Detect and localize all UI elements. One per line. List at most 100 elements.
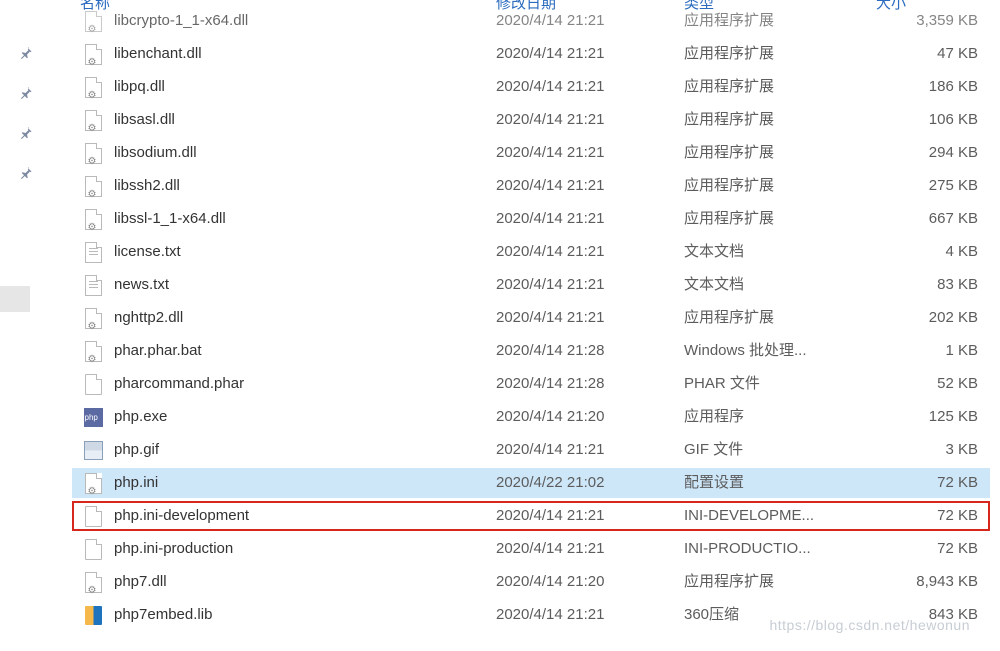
file-type: INI-DEVELOPME...: [684, 501, 814, 531]
file-name: libsodium.dll: [114, 138, 197, 168]
file-type: 360压缩: [684, 600, 739, 630]
generic-file-icon: [83, 539, 103, 559]
file-row[interactable]: php.ini2020/4/22 21:02配置设置72 KB: [72, 468, 990, 498]
generic-file-icon: [83, 374, 103, 394]
file-row[interactable]: news.txt2020/4/14 21:21文本文档83 KB: [72, 270, 990, 300]
file-type: 应用程序扩展: [684, 6, 774, 36]
file-size: 202 KB: [929, 303, 978, 333]
file-date: 2020/4/14 21:21: [496, 600, 604, 630]
file-row[interactable]: libsodium.dll2020/4/14 21:21应用程序扩展294 KB: [72, 138, 990, 168]
file-row[interactable]: php7.dll2020/4/14 21:20应用程序扩展8,943 KB: [72, 567, 990, 597]
file-type: 应用程序扩展: [684, 138, 774, 168]
file-date: 2020/4/14 21:21: [496, 237, 604, 267]
file-name: php.gif: [114, 435, 159, 465]
file-size: 72 KB: [937, 501, 978, 531]
file-date: 2020/4/14 21:21: [496, 72, 604, 102]
file-size: 3 KB: [945, 435, 978, 465]
file-name: libcrypto-1_1-x64.dll: [114, 6, 248, 36]
file-type: 应用程序: [684, 402, 744, 432]
file-size: 72 KB: [937, 468, 978, 498]
file-date: 2020/4/14 21:21: [496, 204, 604, 234]
file-row[interactable]: phpphp.exe2020/4/14 21:20应用程序125 KB: [72, 402, 990, 432]
image-file-icon: [83, 440, 103, 460]
dll-file-icon: [83, 11, 103, 31]
file-name: libpq.dll: [114, 72, 165, 102]
pin-icon[interactable]: [18, 124, 36, 142]
file-row[interactable]: pharcommand.phar2020/4/14 21:28PHAR 文件52…: [72, 369, 990, 399]
file-type: 应用程序扩展: [684, 303, 774, 333]
file-date: 2020/4/14 21:20: [496, 567, 604, 597]
file-row[interactable]: libssl-1_1-x64.dll 2020/4/14 21:21 应用程序扩展 6…: [72, 204, 990, 234]
file-row[interactable]: php7embed.lib2020/4/14 21:21360压缩843 KB: [72, 600, 990, 630]
file-size: 186 KB: [929, 72, 978, 102]
file-type: 应用程序扩展: [684, 72, 774, 102]
file-row[interactable]: libcrypto-1_1-x64.dll 2020/4/14 21:21 应用程序…: [72, 6, 990, 36]
file-type: GIF 文件: [684, 435, 743, 465]
file-size: 843 KB: [929, 600, 978, 630]
file-type: 应用程序扩展: [684, 105, 774, 135]
file-date: 2020/4/14 21:21: [496, 435, 604, 465]
explorer-window: 名称 修改日期 类型 大小 libcrypto-1_1-x64.dll2020/…: [0, 0, 1000, 651]
file-name: php.ini: [114, 468, 158, 498]
dll-file-icon: [83, 572, 103, 592]
file-name: php.ini-development: [114, 501, 249, 531]
file-date: 2020/4/14 21:28: [496, 369, 604, 399]
file-size: 106 KB: [929, 105, 978, 135]
file-row[interactable]: php.ini-production 2020/4/14 21:21 INI-PRO…: [72, 534, 990, 564]
file-size: 125 KB: [929, 402, 978, 432]
file-date: 2020/4/14 21:21: [496, 303, 604, 333]
file-type: 应用程序扩展: [684, 567, 774, 597]
file-row[interactable]: libpq.dll 2020/4/14 21:21 应用程序扩展 186 KB: [72, 72, 990, 102]
file-date: 2020/4/14 21:21: [496, 501, 604, 531]
file-type: 应用程序扩展: [684, 39, 774, 69]
file-size: 4 KB: [945, 237, 978, 267]
file-row[interactable]: php.ini-development 2020/4/14 21:21 INI-DE…: [72, 501, 990, 531]
text-file-icon: [83, 275, 103, 295]
dll-file-icon: [83, 77, 103, 97]
pin-icon[interactable]: [18, 164, 36, 182]
file-name: news.txt: [114, 270, 169, 300]
file-name: libenchant.dll: [114, 39, 202, 69]
file-date: 2020/4/14 21:21: [496, 534, 604, 564]
file-date: 2020/4/14 21:21: [496, 6, 604, 36]
dll-file-icon: [83, 473, 103, 493]
dll-file-icon: [83, 176, 103, 196]
file-name: libsasl.dll: [114, 105, 175, 135]
file-size: 83 KB: [937, 270, 978, 300]
file-size: 72 KB: [937, 534, 978, 564]
file-date: 2020/4/14 21:20: [496, 402, 604, 432]
file-name: nghttp2.dll: [114, 303, 183, 333]
file-row[interactable]: phar.phar.bat2020/4/14 21:28Windows 批处理.…: [72, 336, 990, 366]
file-type: 文本文档: [684, 270, 744, 300]
file-name: license.txt: [114, 237, 181, 267]
file-type: INI-PRODUCTIO...: [684, 534, 811, 564]
quick-access-strip: [0, 0, 55, 651]
file-row[interactable]: libenchant.dll2020/4/14 21:21应用程序扩展47 KB: [72, 39, 990, 69]
file-name: php.exe: [114, 402, 167, 432]
file-name: phar.phar.bat: [114, 336, 202, 366]
file-type: 应用程序扩展: [684, 204, 774, 234]
file-row[interactable]: libssh2.dll2020/4/14 21:21应用程序扩展275 KB: [72, 171, 990, 201]
file-size: 667 KB: [929, 204, 978, 234]
quick-access-selection[interactable]: [0, 286, 30, 312]
file-row[interactable]: license.txt2020/4/14 21:21文本文档4 KB: [72, 237, 990, 267]
file-size: 8,943 KB: [916, 567, 978, 597]
dll-file-icon: [83, 341, 103, 361]
file-list: 名称 修改日期 类型 大小 libcrypto-1_1-x64.dll2020/…: [66, 0, 990, 651]
archive-file-icon: [83, 605, 103, 625]
file-row[interactable]: php.gif 2020/4/14 21:21 GIF 文件 3 KB: [72, 435, 990, 465]
file-date: 2020/4/14 21:21: [496, 138, 604, 168]
file-row[interactable]: nghttp2.dll 2020/4/14 21:21 应用程序扩展 202 KB: [72, 303, 990, 333]
file-size: 47 KB: [937, 39, 978, 69]
dll-file-icon: [83, 209, 103, 229]
file-type: PHAR 文件: [684, 369, 760, 399]
dll-file-icon: [83, 143, 103, 163]
file-name: libssl-1_1-x64.dll: [114, 204, 226, 234]
file-date: 2020/4/22 21:02: [496, 468, 604, 498]
pin-icon[interactable]: [18, 84, 36, 102]
file-row[interactable]: libsasl.dll2020/4/14 21:21应用程序扩展106 KB: [72, 105, 990, 135]
file-name: libssh2.dll: [114, 171, 180, 201]
file-name: php.ini-production: [114, 534, 233, 564]
pin-icon[interactable]: [18, 44, 36, 62]
dll-file-icon: [83, 308, 103, 328]
